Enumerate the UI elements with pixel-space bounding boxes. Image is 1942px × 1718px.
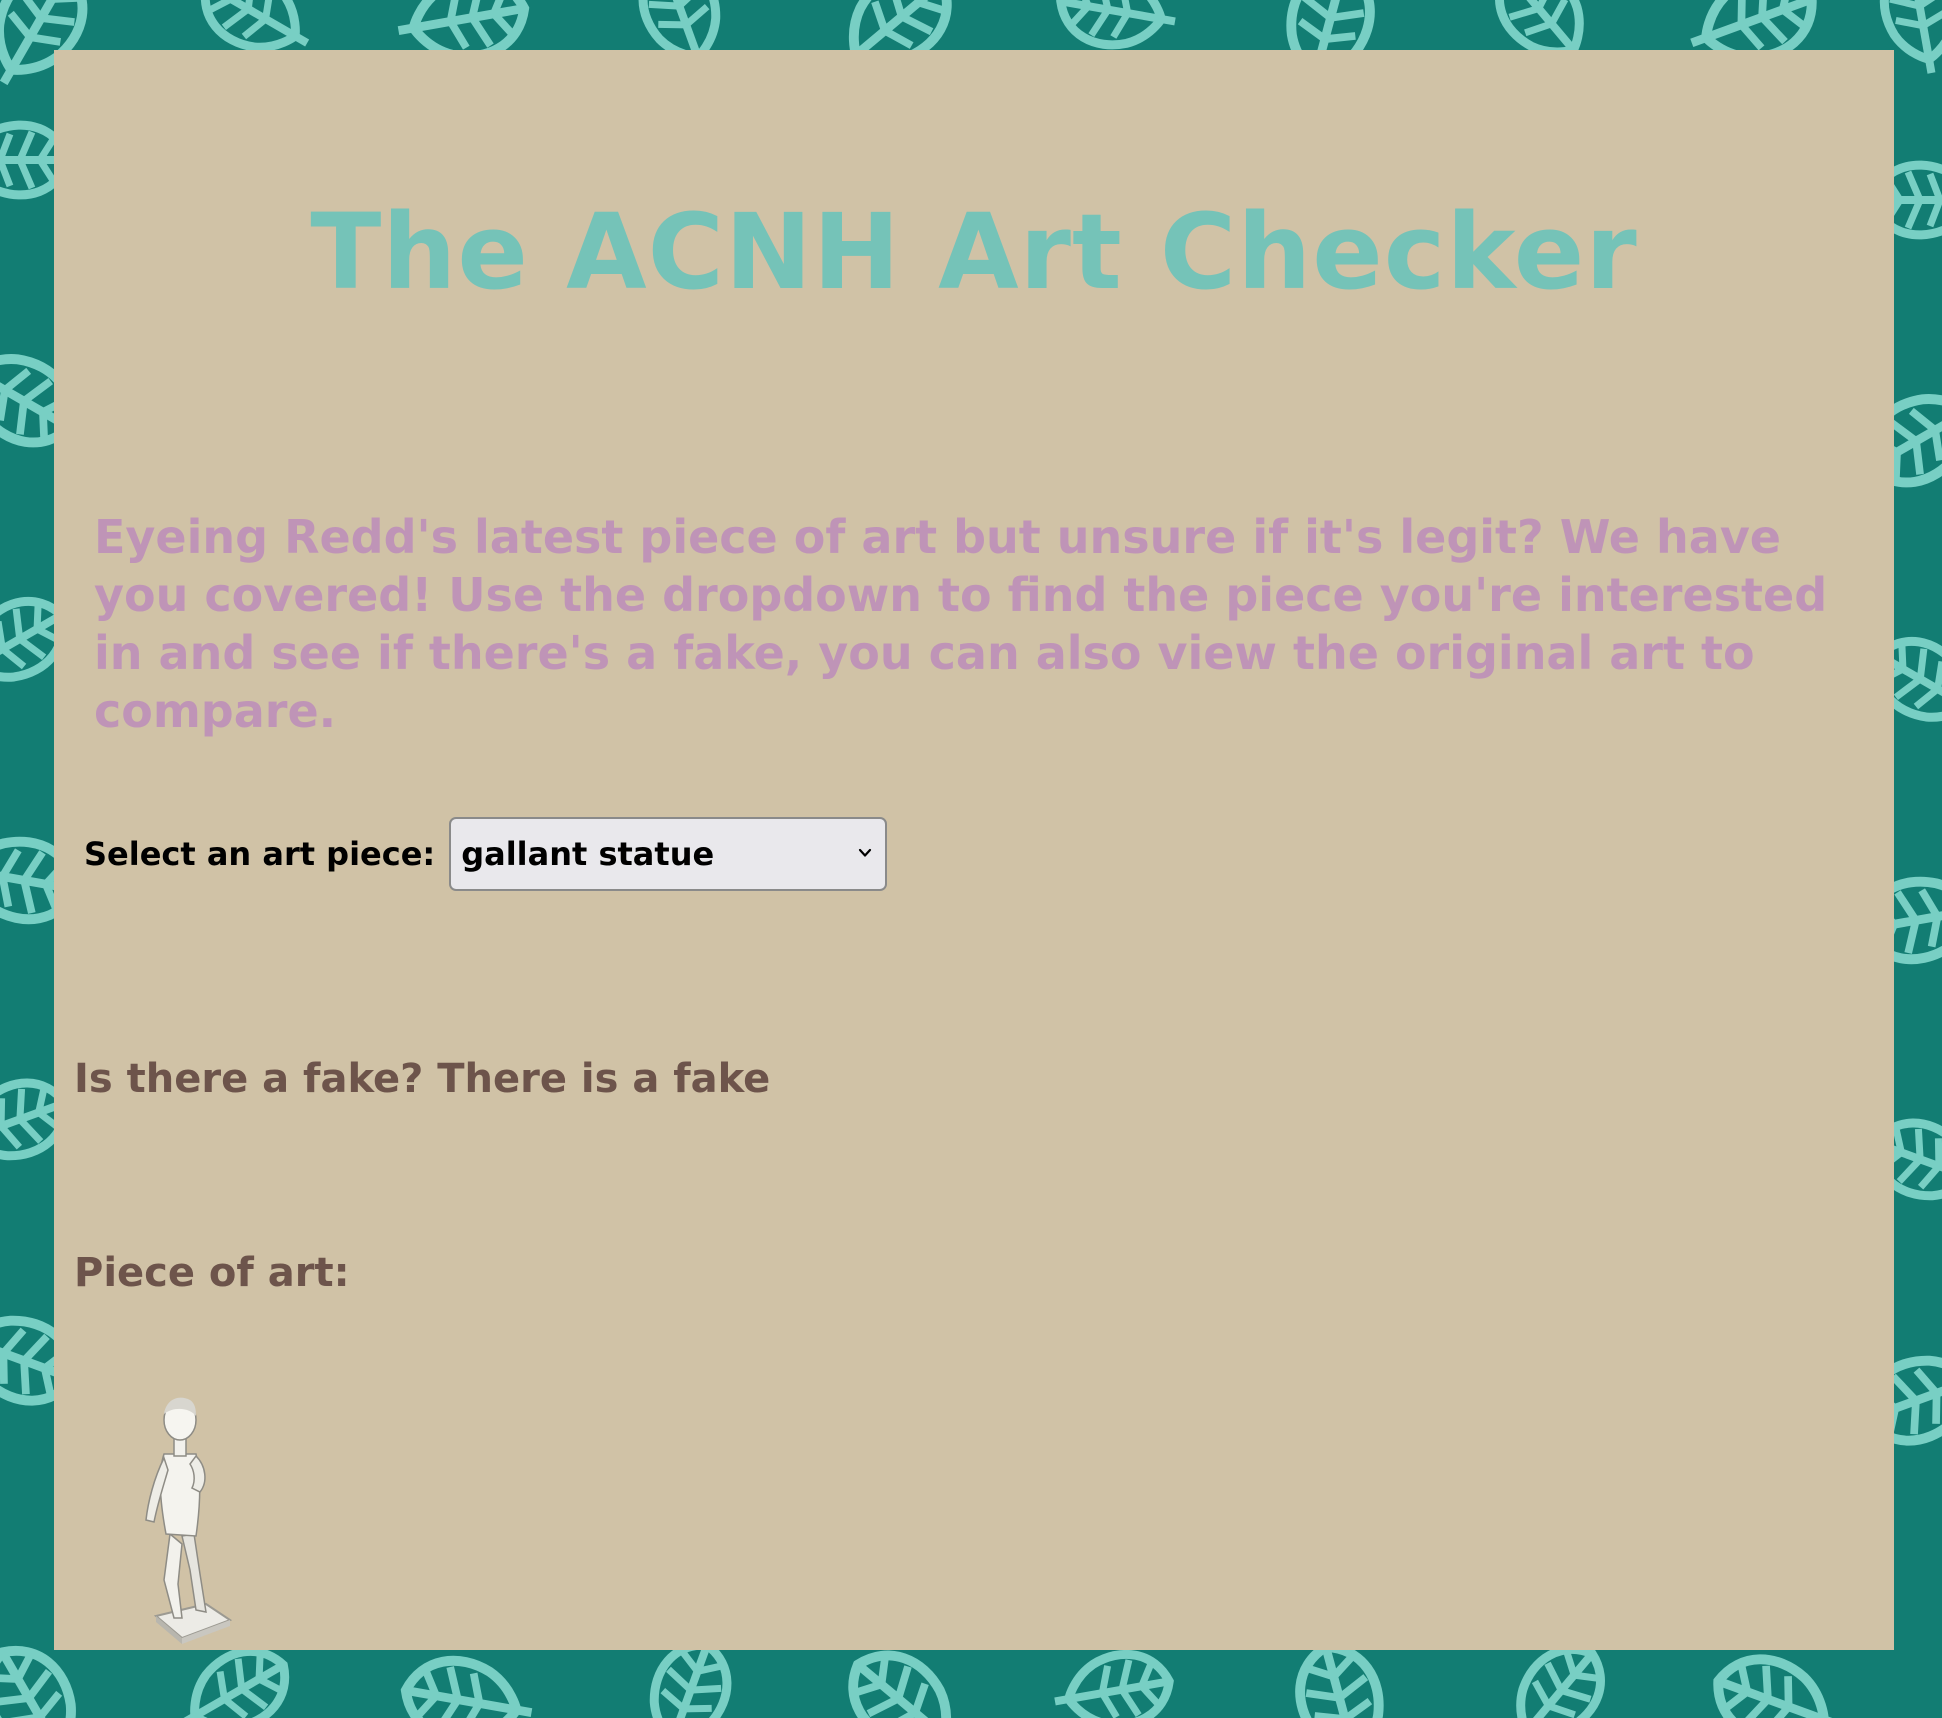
art-piece-dropdown[interactable]: gallant statue bbox=[449, 817, 888, 891]
main-panel: The ACNH Art Checker Eyeing Redd's lates… bbox=[54, 50, 1894, 1650]
chevron-down-icon bbox=[859, 848, 872, 857]
art-selector-row: Select an art piece: gallant statue bbox=[84, 816, 888, 892]
art-select-label: Select an art piece: bbox=[84, 835, 436, 873]
fake-status-text: Is there a fake? There is a fake bbox=[74, 1056, 771, 1102]
statue-image bbox=[145, 1397, 233, 1644]
page-title: The ACNH Art Checker bbox=[310, 191, 1638, 313]
dropdown-selected-value: gallant statue bbox=[461, 835, 715, 873]
intro-text: Eyeing Redd's latest piece of art but un… bbox=[94, 510, 1828, 738]
piece-of-art-label: Piece of art: bbox=[74, 1250, 350, 1296]
